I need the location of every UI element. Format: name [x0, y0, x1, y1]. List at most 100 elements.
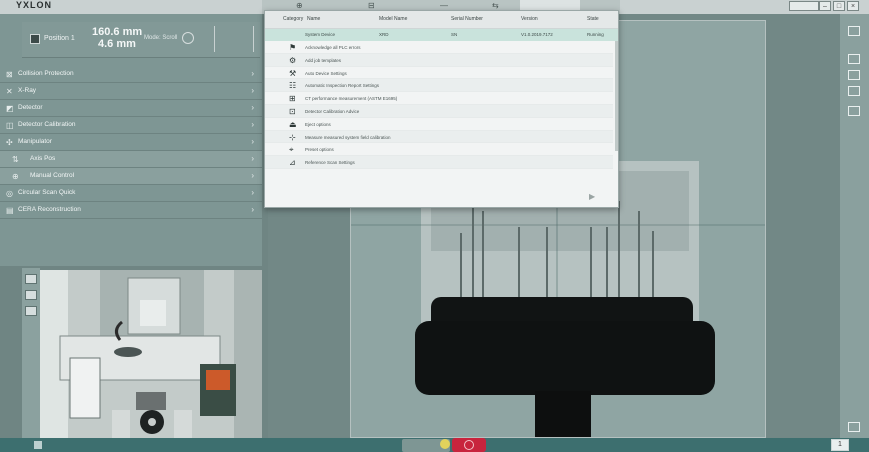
tab-measure[interactable]: — — [440, 1, 448, 10]
chevron-right-icon[interactable]: › — [251, 103, 254, 112]
column-category[interactable]: Category — [283, 16, 303, 22]
left-control-panel: Position 1 160.6 mm 4.6 mm Mode: Scroll … — [0, 14, 262, 266]
reconstruction-icon: ▤ — [6, 206, 14, 215]
chevron-right-icon[interactable]: › — [251, 171, 254, 180]
xray-icon: ✕ — [6, 87, 13, 96]
position-slot — [214, 26, 254, 52]
list-item-label: Preset options — [305, 147, 334, 153]
detector-icon: ◩ — [6, 104, 14, 113]
menu-item-label: Axis Pos — [30, 155, 56, 162]
menu-item[interactable]: ✣ Manipulator › — [0, 134, 262, 151]
chevron-right-icon[interactable]: › — [251, 69, 254, 78]
menu-item[interactable]: ⊕ Manual Control › — [0, 168, 262, 185]
list-item[interactable]: ⚒ Auto Device Settings — [265, 67, 613, 80]
next-button[interactable]: ▶ — [589, 192, 595, 201]
tab-home[interactable]: ⊕ — [296, 1, 303, 10]
list-item[interactable]: ⊿ Reference Scan Settings — [265, 156, 613, 169]
close-button[interactable]: × — [847, 1, 859, 11]
menu-item-label: Collision Protection — [18, 70, 74, 77]
column-serial-number[interactable]: Serial Number — [451, 16, 483, 22]
eject-icon: ⏏ — [289, 119, 297, 129]
position-icon — [30, 34, 40, 44]
list-item-label: Measure measured system field calibratio… — [305, 134, 391, 140]
menu-item[interactable]: ◩ Detector › — [0, 100, 262, 117]
search-icon[interactable] — [848, 422, 860, 432]
column-model-name[interactable]: Model Name — [379, 16, 407, 22]
chevron-right-icon[interactable]: › — [251, 137, 254, 146]
position-bar: Position 1 160.6 mm 4.6 mm Mode: Scroll — [22, 22, 260, 58]
auto-device-icon: ⚒ — [289, 68, 297, 78]
camera-view — [40, 270, 262, 438]
image-icon[interactable] — [25, 306, 37, 316]
user-button[interactable] — [789, 1, 819, 11]
menu-item-label: Manipulator — [18, 138, 52, 145]
camera-icon[interactable] — [25, 274, 37, 284]
minimize-button[interactable]: – — [819, 1, 831, 11]
menu-item-label: X-Ray — [18, 87, 37, 94]
menu-item-label: CERA Reconstruction — [18, 206, 81, 213]
page-indicator[interactable]: 1 — [831, 439, 849, 451]
list-item[interactable]: ⊡ Detector Calibration Advice — [265, 104, 613, 118]
chevron-right-icon[interactable]: › — [251, 86, 254, 95]
list-item[interactable]: ⚙ Add job templates — [265, 53, 613, 67]
marker-icon[interactable] — [848, 86, 860, 96]
manual-icon: ⊕ — [12, 172, 19, 181]
manipulator-icon: ✣ — [6, 138, 13, 147]
layers-icon[interactable] — [848, 26, 860, 36]
cell-version: V1.0.2019.7172 — [521, 32, 553, 37]
menu-item[interactable]: ✕ X-Ray › — [0, 83, 262, 100]
menu-item[interactable]: ⊠ Collision Protection › — [0, 66, 262, 83]
pen-icon[interactable] — [848, 70, 860, 80]
position-label: Position 1 — [44, 35, 75, 42]
chevron-right-icon[interactable]: › — [251, 154, 254, 163]
cell-model: XRD — [379, 32, 389, 37]
reference-icon: ⊿ — [289, 158, 296, 168]
list-item-label: Auto Device Settings — [305, 70, 347, 76]
list-item[interactable]: ⏏ Eject options — [265, 118, 613, 131]
menu-item[interactable]: ▤ CERA Reconstruction › — [0, 202, 262, 219]
list-item-label: Add job templates — [305, 57, 342, 63]
chevron-right-icon[interactable]: › — [251, 188, 254, 197]
brush-icon[interactable] — [848, 54, 860, 64]
measure-icon: ⊹ — [289, 132, 296, 142]
inspection-icon: ☷ — [289, 81, 297, 91]
tab-transfer[interactable]: ⇆ — [492, 1, 499, 10]
list-item[interactable]: ⊹ Measure measured system field calibrati… — [265, 130, 613, 144]
chevron-right-icon[interactable]: › — [251, 205, 254, 214]
list-item[interactable]: ⊞ CT performance measurement (ASTM E1695) — [265, 92, 613, 105]
list-item-label: Reference Scan Settings — [305, 160, 355, 166]
chevron-right-icon[interactable]: › — [251, 120, 254, 129]
zoom-icon[interactable] — [848, 106, 860, 116]
menu-item-label: Detector — [18, 104, 43, 111]
list-item-label: CT performance measurement (ASTM E1695) — [305, 96, 398, 102]
smiley-icon — [440, 439, 450, 449]
ct-performance-icon: ⊞ — [289, 94, 296, 104]
camera-image — [40, 270, 262, 438]
viewer-toolbar — [840, 14, 869, 438]
panel-menu: ⊠ Collision Protection › ✕ X-Ray › ◩ Detector › ◫… — [0, 66, 262, 219]
flag-icon[interactable] — [34, 441, 42, 449]
camera-toolbar — [22, 268, 40, 438]
dialog-scrollbar[interactable] — [615, 41, 618, 151]
column-name[interactable]: Name — [307, 16, 320, 22]
column-version[interactable]: Version — [521, 16, 538, 22]
menu-item[interactable]: ◎ Circular Scan Quick › — [0, 185, 262, 202]
app-brand: YXLON — [16, 0, 53, 10]
maximize-button[interactable]: □ — [833, 1, 845, 11]
tab-view[interactable]: ⊟ — [368, 1, 375, 10]
rotate-icon[interactable] — [182, 32, 194, 44]
bottom-taskbar: 1 — [0, 438, 869, 452]
snapshot-icon[interactable] — [25, 290, 37, 300]
emergency-stop-button[interactable] — [452, 438, 486, 452]
list-item[interactable]: ⌖ Preset options — [265, 143, 613, 157]
table-row-system-device[interactable]: System Device XRD SN V1.0.2019.7172 Runn… — [265, 29, 618, 41]
mode-label: Mode: Scroll — [144, 35, 178, 41]
column-state[interactable]: State — [587, 16, 599, 22]
menu-item[interactable]: ⇅ Axis Pos › — [0, 151, 262, 168]
safe-job-icon: ⚙ — [289, 55, 297, 65]
position-value-1: 160.6 mm — [92, 26, 143, 38]
position-value-2: 4.6 mm — [98, 38, 136, 50]
list-item[interactable]: ☷ Automatic Inspection Report Settings — [265, 79, 613, 93]
list-item[interactable]: ⚑ Acknowledge all PLC errors — [265, 41, 613, 54]
menu-item[interactable]: ◫ Detector Calibration › — [0, 117, 262, 134]
